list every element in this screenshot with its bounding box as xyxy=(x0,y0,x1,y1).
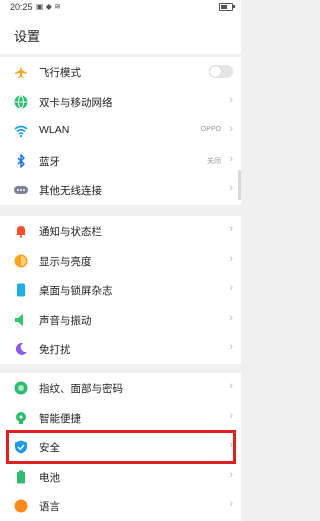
settings-row-fingerprint[interactable]: 指纹、面部与密码 › xyxy=(0,373,241,403)
chevron-right-icon: › xyxy=(229,498,233,510)
settings-row-label: 显示与亮度 xyxy=(39,255,92,268)
chevron-right-icon: › xyxy=(229,252,233,265)
phone-icon xyxy=(17,283,25,297)
chevron-right-icon: › xyxy=(229,468,233,481)
bluetooth-icon xyxy=(17,153,25,168)
bluetooth-status: 关闭 xyxy=(207,157,221,165)
header: 设置 xyxy=(0,14,241,54)
settings-row-label: 双卡与移动网络 xyxy=(39,96,113,109)
settings-group-connectivity: 飞行模式 双卡与移动网络 › WLAN OPPO › 蓝牙 关闭 › 其他无线连… xyxy=(0,57,241,205)
scrollbar[interactable] xyxy=(238,170,241,200)
chevron-right-icon: › xyxy=(229,282,233,294)
bell-icon xyxy=(16,226,26,238)
settings-row-language[interactable]: 语言 › xyxy=(0,491,241,521)
settings-row-dual-sim[interactable]: 双卡与移动网络 › xyxy=(0,87,241,117)
status-icons: ▣ ◆ ≋ xyxy=(36,2,61,11)
settings-row-airplane-mode[interactable]: 飞行模式 xyxy=(0,57,241,87)
settings-row-label: 蓝牙 xyxy=(39,155,60,168)
speaker-icon xyxy=(15,313,23,326)
chevron-right-icon: › xyxy=(229,123,233,135)
settings-row-other-wireless[interactable]: 其他无线连接 › xyxy=(0,175,241,205)
chevron-right-icon: › xyxy=(229,380,233,392)
page-title: 设置 xyxy=(14,29,41,44)
fingerprint-icon xyxy=(14,381,28,395)
battery-icon xyxy=(17,470,25,483)
status-time: 20:25 xyxy=(10,2,33,12)
settings-row-label: 电池 xyxy=(39,471,60,484)
settings-row-label: 指纹、面部与密码 xyxy=(39,383,123,395)
settings-row-smart-services[interactable]: 智能便捷 › xyxy=(0,403,241,433)
settings-row-home-lock[interactable]: 桌面与锁屏杂志 › xyxy=(0,275,241,305)
settings-row-label: 飞行模式 xyxy=(39,67,81,79)
settings-row-battery[interactable]: 电池 › xyxy=(0,462,241,492)
settings-group-display-sound: 通知与状态栏 › 显示与亮度 › 桌面与锁屏杂志 › 声音与振动 › 免打扰 › xyxy=(0,216,241,364)
settings-row-wlan[interactable]: WLAN OPPO › xyxy=(0,116,241,146)
settings-row-label: 桌面与锁屏杂志 xyxy=(39,285,113,297)
battery-icon xyxy=(219,3,235,11)
settings-row-sound[interactable]: 声音与振动 › xyxy=(0,305,241,335)
bulb-icon xyxy=(16,411,26,424)
airplane-icon xyxy=(15,66,27,78)
globe-icon xyxy=(14,95,28,108)
settings-row-notifications[interactable]: 通知与状态栏 › xyxy=(0,216,241,246)
highlight-box xyxy=(6,430,236,464)
chevron-right-icon: › xyxy=(229,93,233,106)
settings-row-bluetooth[interactable]: 蓝牙 关闭 › xyxy=(0,146,241,176)
settings-row-label: WLAN xyxy=(39,124,70,136)
chevron-right-icon: › xyxy=(229,311,233,324)
wlan-network-name: OPPO xyxy=(200,126,221,133)
chevron-right-icon: › xyxy=(229,182,233,194)
chevron-right-icon: › xyxy=(229,152,233,165)
settings-row-label: 其他无线连接 xyxy=(39,185,102,197)
wifi-icon xyxy=(14,125,28,138)
chevron-right-icon: › xyxy=(229,223,233,235)
settings-row-label: 通知与状态栏 xyxy=(39,226,102,238)
chevron-right-icon: › xyxy=(229,341,233,353)
brightness-icon xyxy=(14,254,28,267)
status-bar: 20:25 ▣ ◆ ≋ xyxy=(0,0,241,14)
settings-row-label: 免打扰 xyxy=(39,344,71,356)
settings-row-label: 声音与振动 xyxy=(39,314,92,327)
moon-icon xyxy=(15,342,27,355)
language-icon xyxy=(14,499,28,513)
settings-row-dnd[interactable]: 免打扰 › xyxy=(0,334,241,364)
chevron-right-icon: › xyxy=(229,409,233,422)
settings-row-label: 智能便捷 xyxy=(39,412,81,425)
airplane-mode-toggle[interactable] xyxy=(209,65,233,78)
settings-row-display[interactable]: 显示与亮度 › xyxy=(0,246,241,276)
more-icon xyxy=(14,186,28,194)
